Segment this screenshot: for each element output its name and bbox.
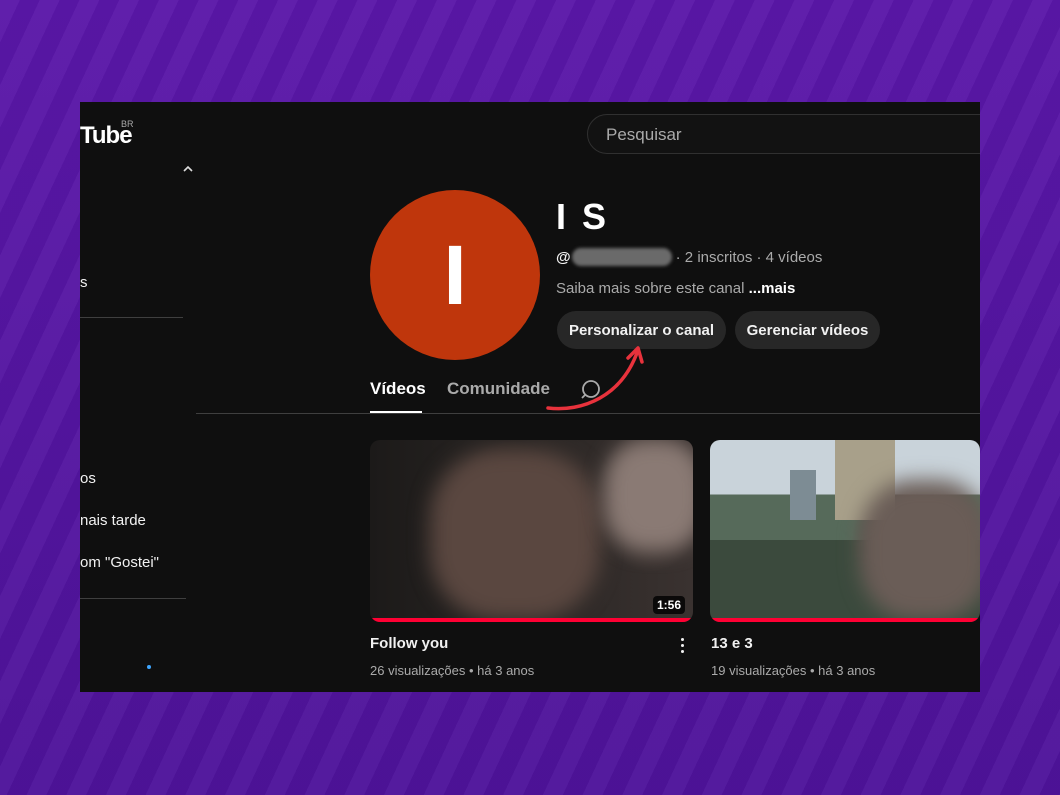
video-meta: 26 visualizações • há 3 anos <box>370 663 535 678</box>
sidebar-divider <box>80 598 186 599</box>
blurred-face <box>860 480 980 620</box>
sidebar-divider <box>80 317 183 318</box>
channel-info: @ · 2 inscritos · 4 vídeos <box>556 248 822 266</box>
manage-videos-button[interactable]: Gerenciar vídeos <box>735 311 880 349</box>
sidebar-item-subscriptions[interactable]: s <box>80 274 88 291</box>
search-input[interactable] <box>604 115 980 155</box>
sidebar-item-watch-later[interactable]: nais tarde <box>80 512 146 529</box>
handle-prefix: @ <box>556 248 571 266</box>
watch-progress-bar <box>710 618 980 622</box>
sidebar-item-liked-videos[interactable]: om "Gostei" <box>80 554 159 571</box>
about-more-link[interactable]: ...mais <box>749 280 796 297</box>
search-box[interactable] <box>587 114 980 155</box>
channel-avatar[interactable]: I <box>370 190 540 360</box>
video-thumbnail[interactable] <box>710 440 980 622</box>
notification-dot <box>147 665 151 669</box>
sidebar-item-your-videos[interactable]: os <box>80 470 96 487</box>
video-title[interactable]: Follow you <box>370 635 448 652</box>
annotation-arrow <box>546 346 644 411</box>
channel-stats: · 2 inscritos · 4 vídeos <box>675 248 823 266</box>
blurred-face <box>430 450 600 620</box>
video-title[interactable]: 13 e 3 <box>711 635 753 652</box>
watch-progress-bar <box>370 618 693 622</box>
more-vert-icon[interactable] <box>681 638 685 656</box>
channel-name: I S <box>556 196 610 237</box>
video-duration: 1:56 <box>652 596 685 614</box>
channel-about[interactable]: Saiba mais sobre este canal ...mais <box>556 280 795 297</box>
building-shape <box>790 470 816 520</box>
about-text: Saiba mais sobre este canal <box>556 280 745 297</box>
blurred-handle <box>571 248 672 266</box>
blurred-face <box>605 440 693 550</box>
logo-country-code: BR <box>121 119 134 129</box>
video-meta: 19 visualizações • há 3 anos <box>711 663 876 678</box>
tab-community[interactable]: Comunidade <box>447 379 550 399</box>
tab-videos[interactable]: Vídeos <box>370 379 426 399</box>
avatar-letter: I <box>443 228 467 322</box>
youtube-window: Tube BR s os nais tarde om "Gostei" I I … <box>80 102 980 692</box>
chevron-up-icon[interactable] <box>183 160 193 176</box>
video-thumbnail[interactable]: 1:56 <box>370 440 693 622</box>
